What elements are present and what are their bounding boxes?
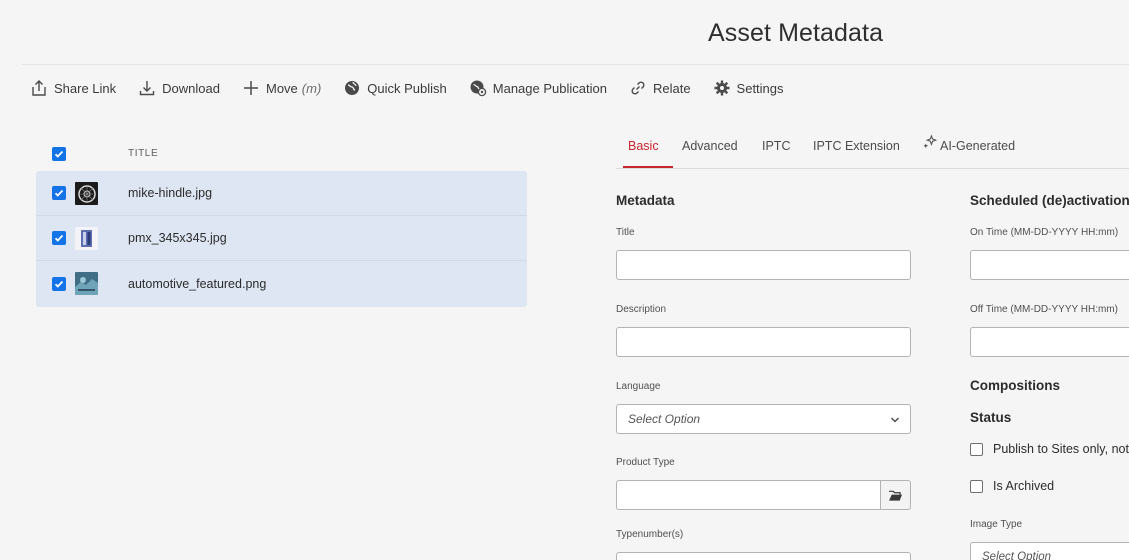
download-label: Download	[162, 80, 220, 96]
metadata-section-title: Metadata	[616, 193, 675, 208]
product-type-input[interactable]	[616, 480, 881, 510]
tab-ai-generated[interactable]: AI-Generated	[922, 133, 1015, 153]
action-toolbar: Share Link Download Move (m) Quick Publi…	[22, 74, 798, 102]
gear-icon	[714, 80, 730, 96]
asset-name[interactable]: automotive_featured.png	[128, 277, 266, 291]
move-button[interactable]: Move (m)	[234, 74, 329, 102]
browse-button[interactable]	[881, 480, 911, 510]
link-icon	[631, 81, 645, 95]
off-time-input[interactable]	[970, 327, 1129, 357]
checkmark-icon	[54, 234, 64, 242]
chevron-down-icon	[891, 417, 899, 423]
publish-sites-only-label: Publish to Sites only, not t	[993, 442, 1129, 456]
tab-iptc[interactable]: IPTC	[762, 139, 790, 153]
checkmark-icon	[54, 189, 64, 197]
typenumbers-label: Typenumber(s)	[616, 529, 684, 540]
image-type-placeholder: Select Option	[982, 551, 1052, 560]
publish-sites-only-checkbox[interactable]: Publish to Sites only, not t	[970, 442, 1129, 456]
product-box-thumbnail	[75, 226, 98, 250]
manage-publication-button[interactable]: Manage Publication	[461, 74, 615, 102]
checkbox-unchecked	[970, 442, 983, 456]
globe-settings-icon	[470, 80, 487, 97]
row-checkbox[interactable]	[52, 276, 66, 291]
share-icon	[32, 80, 46, 96]
asset-name[interactable]: mike-hindle.jpg	[128, 186, 212, 200]
relate-label: Relate	[652, 80, 691, 96]
checkbox-unchecked	[970, 479, 983, 493]
language-label: Language	[616, 381, 661, 392]
settings-button[interactable]: Settings	[705, 74, 792, 102]
on-time-label: On Time (MM-DD-YYYY HH:mm)	[970, 227, 1119, 238]
automotive-thumbnail	[75, 272, 98, 295]
globe-icon	[345, 81, 360, 95]
tab-iptc-extension[interactable]: IPTC Extension	[813, 139, 900, 153]
table-row[interactable]: automotive_featured.png	[36, 261, 527, 306]
manage-publication-label: Manage Publication	[492, 80, 607, 96]
title-input[interactable]	[616, 250, 911, 280]
download-button[interactable]: Download	[130, 74, 228, 102]
table-row[interactable]: mike-hindle.jpg	[36, 171, 527, 216]
checkmark-icon	[54, 280, 64, 288]
compositions-title: Compositions	[970, 378, 1060, 393]
sparkle-icon	[923, 133, 938, 148]
title-label: Title	[616, 227, 635, 238]
status-title: Status	[970, 410, 1012, 425]
metadata-tabs: Basic Advanced IPTC IPTC Extension AI-Ge…	[616, 130, 1129, 169]
asset-name[interactable]: pmx_345x345.jpg	[128, 231, 227, 245]
move-shortcut: (m)	[301, 80, 322, 96]
folder-open-icon	[889, 490, 902, 501]
asset-list: mike-hindle.jpg pmx_345x345.jpg automoti…	[36, 171, 527, 307]
language-select-placeholder: Select Option	[628, 412, 701, 426]
off-time-label: Off Time (MM-DD-YYYY HH:mm)	[970, 304, 1118, 315]
on-time-input[interactable]	[970, 250, 1129, 280]
scheduled-activation-title: Scheduled (de)activation	[970, 193, 1129, 208]
is-archived-checkbox[interactable]: Is Archived	[970, 479, 1054, 493]
tab-basic[interactable]: Basic	[628, 139, 659, 153]
is-archived-label: Is Archived	[993, 479, 1055, 493]
tab-advanced[interactable]: Advanced	[682, 139, 738, 153]
move-icon	[243, 81, 258, 95]
description-input[interactable]	[616, 327, 911, 357]
page-title: Asset Metadata	[708, 19, 884, 47]
tab-ai-generated-label: AI-Generated	[940, 139, 1016, 153]
checkbox-checked	[52, 147, 66, 161]
table-row[interactable]: pmx_345x345.jpg	[36, 216, 527, 261]
typenumbers-input[interactable]	[616, 552, 911, 560]
row-checkbox[interactable]	[52, 186, 66, 200]
toolbar-divider	[22, 64, 1129, 65]
settings-label: Settings	[736, 80, 784, 96]
move-label: Move	[265, 80, 298, 96]
share-link-button[interactable]: Share Link	[22, 74, 124, 102]
checkmark-icon	[54, 150, 64, 158]
row-checkbox[interactable]	[52, 231, 66, 245]
relate-button[interactable]: Relate	[621, 74, 699, 102]
language-select[interactable]: Select Option	[616, 404, 911, 434]
quick-publish-label: Quick Publish	[367, 80, 447, 96]
active-tab-indicator	[623, 166, 673, 168]
bike-wheel-thumbnail	[75, 181, 98, 205]
share-link-label: Share Link	[54, 80, 117, 96]
image-type-select[interactable]: Select Option	[970, 542, 1129, 560]
description-label: Description	[616, 304, 667, 315]
product-type-label: Product Type	[616, 457, 675, 468]
quick-publish-button[interactable]: Quick Publish	[335, 74, 454, 102]
download-icon	[139, 81, 155, 96]
image-type-label: Image Type	[970, 519, 1023, 530]
title-column-header[interactable]: TITLE	[128, 148, 158, 159]
select-all-checkbox[interactable]	[52, 147, 66, 161]
